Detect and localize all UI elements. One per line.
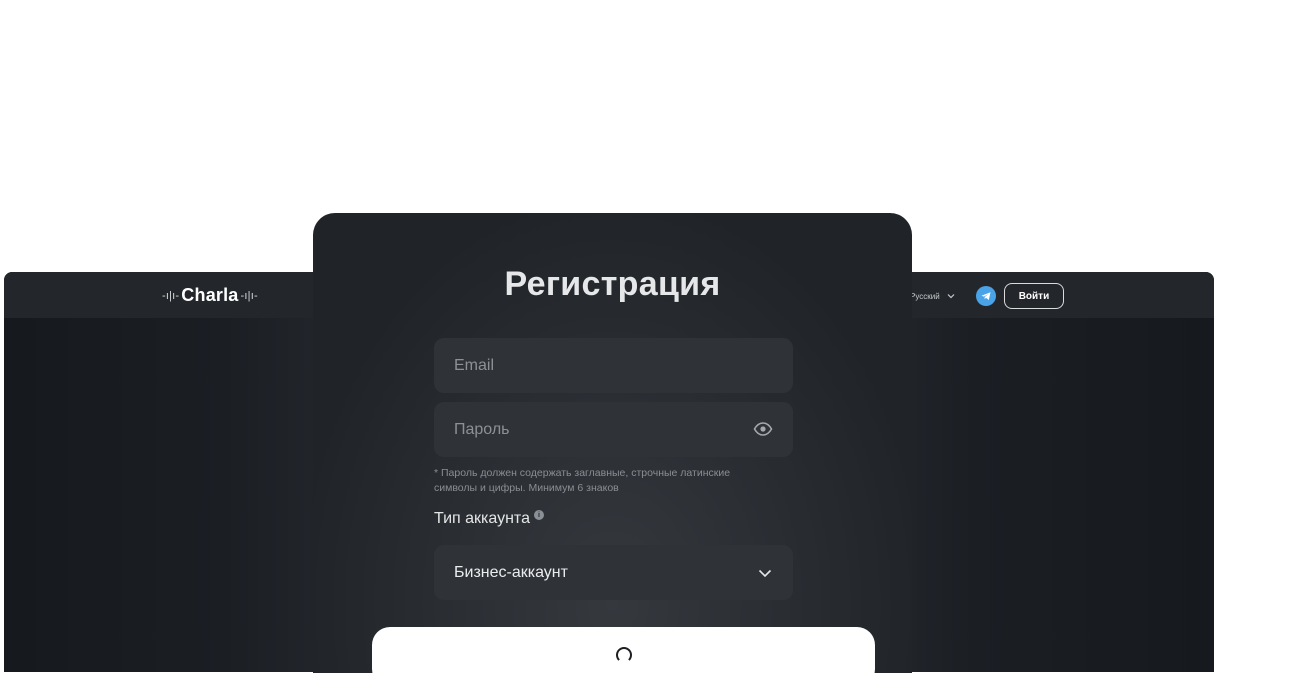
- password-placeholder: Пароль: [454, 420, 510, 438]
- telegram-icon[interactable]: [975, 286, 996, 306]
- language-selector[interactable]: Русский: [910, 291, 956, 301]
- info-icon[interactable]: i: [533, 510, 544, 520]
- account-type-label-text: Тип аккаунта: [434, 510, 530, 527]
- page-title: Регистрация: [504, 265, 721, 303]
- logo-wave-left-icon: -ı|ı-: [162, 289, 180, 302]
- logo-wave-right-icon: -ı|ı-: [240, 289, 258, 302]
- email-placeholder: Email: [454, 356, 495, 374]
- submit-button[interactable]: [372, 627, 875, 687]
- chevron-down-icon: [758, 569, 772, 578]
- password-field[interactable]: Пароль: [434, 402, 793, 457]
- logo[interactable]: -ı|ı- Charla -ı|ı-: [162, 285, 258, 306]
- language-label: Русский: [910, 291, 940, 301]
- account-type-select[interactable]: Бизнес-аккаунт: [434, 545, 793, 600]
- account-type-label: Тип аккаунта i: [434, 510, 544, 528]
- language-chevron-icon: [947, 294, 955, 299]
- account-type-value: Бизнес-аккаунт: [454, 563, 568, 581]
- email-field[interactable]: Email: [434, 338, 793, 393]
- password-hint: * Пароль должен содержать заглавные, стр…: [434, 467, 731, 494]
- loading-icon: [615, 647, 632, 663]
- logo-text: Charla: [181, 285, 239, 305]
- login-button[interactable]: Войти: [1003, 283, 1065, 309]
- eye-icon[interactable]: [753, 419, 773, 439]
- header-actions: Русский Войти: [910, 283, 1065, 309]
- registration-card: Регистрация Email Пароль * Пароль должен…: [313, 213, 912, 687]
